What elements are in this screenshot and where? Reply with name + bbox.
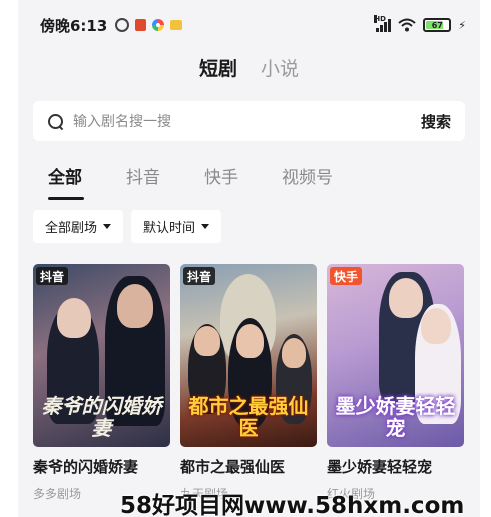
drama-list: 抖音 秦爷的闪婚娇妻 秦爷的闪婚娇妻 多多剧场 抖音 都市之最强仙医 都市之最强… — [33, 264, 464, 502]
drama-title[interactable]: 秦爷的闪婚娇妻 — [33, 456, 170, 477]
tab-novel[interactable]: 小说 — [261, 54, 299, 81]
notification-icons — [115, 18, 183, 32]
drama-poster[interactable]: 抖音 都市之最强仙医 — [180, 264, 317, 447]
caret-down-icon — [103, 224, 112, 229]
status-bar: 傍晚6:13 HD 67 ⚡ — [18, 8, 480, 42]
drama-card[interactable]: 抖音 都市之最强仙医 都市之最强仙医 九天剧场 — [180, 264, 317, 502]
platform-tabs: 全部 抖音 快手 视频号 — [48, 163, 360, 200]
tab-channels[interactable]: 视频号 — [282, 163, 360, 194]
tab-douyin[interactable]: 抖音 — [126, 163, 204, 194]
search-icon — [47, 113, 64, 130]
tab-all[interactable]: 全部 — [48, 163, 126, 200]
wifi-icon — [398, 18, 416, 32]
theater-filter-dropdown[interactable]: 全部剧场 — [33, 210, 124, 243]
watermark: 58好项目网www.58hxm.com — [120, 493, 465, 517]
poster-title: 墨少娇妻轻轻宠 — [335, 394, 456, 440]
status-right: HD 67 ⚡ — [374, 15, 466, 32]
status-time: 傍晚6:13 — [40, 16, 108, 35]
message-notification-icon — [170, 20, 183, 30]
tab-short-drama[interactable]: 短剧 — [199, 54, 237, 81]
search-button[interactable]: 搜索 — [421, 111, 451, 132]
top-tabs: 短剧 小说 — [18, 52, 480, 82]
poster-title: 秦爷的闪婚娇妻 — [41, 394, 162, 440]
search-input[interactable]: 输入剧名搜一搜 — [73, 111, 171, 131]
charging-icon: ⚡ — [458, 18, 466, 32]
poster-title: 都市之最强仙医 — [188, 394, 309, 440]
platform-badge: 抖音 — [183, 267, 216, 285]
theater-filter-label: 全部剧场 — [45, 221, 98, 236]
drama-poster[interactable]: 抖音 秦爷的闪婚娇妻 — [33, 264, 170, 447]
browser-notification-icon — [152, 19, 165, 31]
alarm-icon — [115, 18, 130, 32]
search-bar[interactable]: 输入剧名搜一搜 搜索 — [33, 101, 465, 141]
signal-icon: HD — [374, 15, 392, 32]
battery-level: 67 — [431, 20, 443, 30]
drama-card[interactable]: 抖音 秦爷的闪婚娇妻 秦爷的闪婚娇妻 多多剧场 — [33, 264, 170, 502]
network-type: HD — [374, 15, 386, 23]
drama-card[interactable]: 快手 墨少娇妻轻轻宠 墨少娇妻轻轻宠 红火剧场 — [327, 264, 464, 502]
sort-filter-dropdown[interactable]: 默认时间 — [131, 210, 222, 243]
drama-title[interactable]: 都市之最强仙医 — [180, 456, 317, 477]
drama-poster[interactable]: 快手 墨少娇妻轻轻宠 — [327, 264, 464, 447]
app-notification-icon — [135, 19, 147, 31]
caret-down-icon — [201, 224, 210, 229]
filter-bar: 全部剧场 默认时间 — [33, 210, 222, 243]
battery-icon: 67 — [423, 18, 452, 32]
platform-badge: 抖音 — [36, 267, 69, 285]
platform-badge: 快手 — [330, 267, 363, 285]
tab-kuaishou[interactable]: 快手 — [204, 163, 282, 194]
sort-filter-label: 默认时间 — [143, 221, 196, 236]
app-screen: 傍晚6:13 HD 67 ⚡ 短剧 小说 输入剧名搜一搜 搜索 全部 抖音 快手… — [18, 0, 480, 517]
drama-title[interactable]: 墨少娇妻轻轻宠 — [327, 456, 464, 477]
